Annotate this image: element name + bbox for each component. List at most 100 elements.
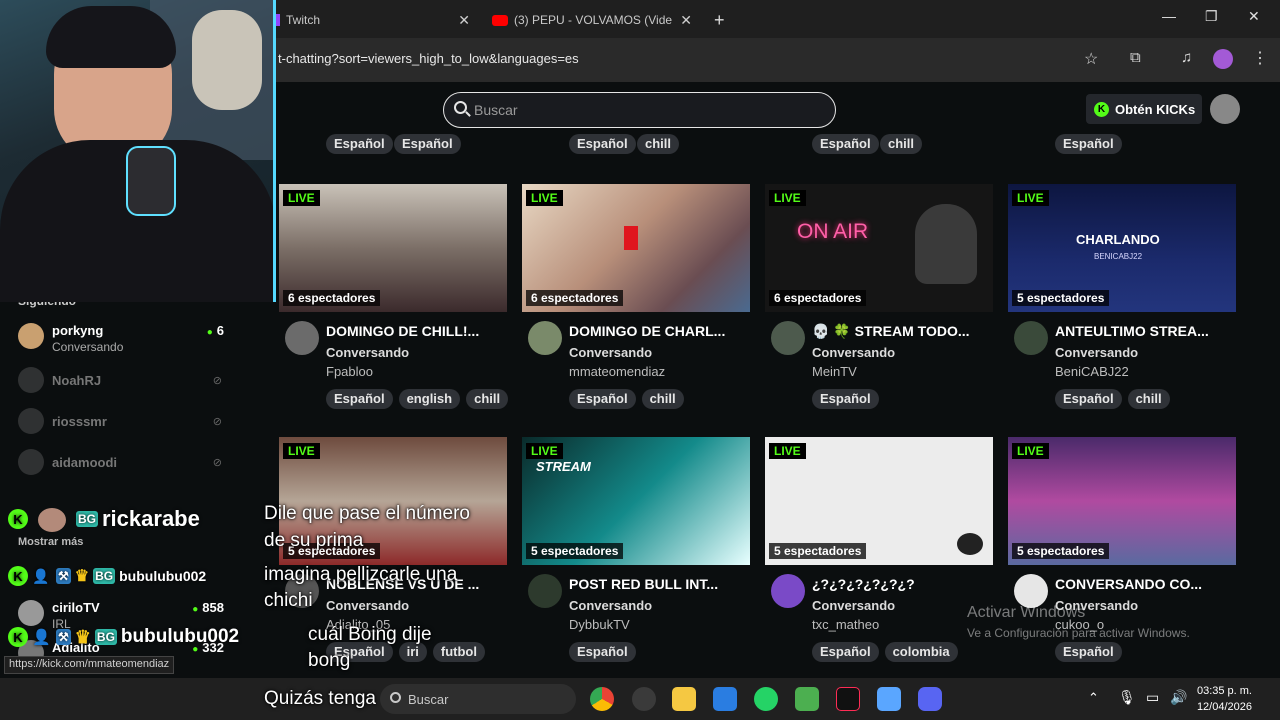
whatsapp-icon[interactable]: [754, 687, 778, 711]
tab-youtube[interactable]: (3) PEPU - VOLVAMOS (Video C ✕: [492, 6, 698, 34]
stream-card[interactable]: LIVE STREAM 5 espectadores POST RED BULL…: [522, 437, 750, 662]
sidebar-item[interactable]: aidamoodi ⊘: [18, 449, 228, 479]
minimize-button[interactable]: —: [1162, 8, 1176, 24]
stream-card[interactable]: LIVE 5 espectadores ¿?¿?¿?¿?¿?¿? Convers…: [765, 437, 993, 662]
channel-name[interactable]: DybbukTV: [569, 617, 630, 632]
channel-avatar[interactable]: [771, 321, 805, 355]
stream-title[interactable]: DOMINGO DE CHILL!...: [326, 323, 506, 339]
minecraft-icon[interactable]: [795, 687, 819, 711]
new-tab-button[interactable]: +: [714, 6, 725, 34]
system-clock[interactable]: 03:35 p. m. 12/04/2026: [1197, 683, 1252, 715]
channel-name[interactable]: MeinTV: [812, 364, 857, 379]
search-input[interactable]: Buscar: [443, 92, 836, 128]
tag[interactable]: Español: [569, 642, 636, 662]
url-field[interactable]: t-chatting?sort=viewers_high_to_low&lang…: [278, 51, 579, 66]
get-kicks-button[interactable]: K Obtén KICKs: [1086, 94, 1202, 124]
volume-icon[interactable]: 🔊: [1170, 689, 1187, 706]
tag[interactable]: Español: [1055, 134, 1122, 154]
tag[interactable]: Español: [1055, 642, 1122, 662]
stream-category[interactable]: Conversando: [1055, 345, 1138, 360]
stream-title[interactable]: DOMINGO DE CHARL...: [569, 323, 749, 339]
close-tab-icon[interactable]: ✕: [680, 12, 692, 29]
sidebar-item[interactable]: porkyng Conversando 6: [18, 323, 228, 354]
stream-category[interactable]: Conversando: [812, 345, 895, 360]
tag[interactable]: Español: [326, 389, 393, 409]
tag[interactable]: colombia: [884, 642, 958, 662]
stream-card[interactable]: LIVE 6 espectadores DOMINGO DE CHARL... …: [522, 184, 750, 409]
discord-icon[interactable]: [918, 687, 942, 711]
stream-title[interactable]: ¿?¿?¿?¿?¿?¿?: [812, 576, 992, 592]
chevron-up-icon[interactable]: ⌃: [1088, 690, 1099, 706]
mod-badge: ⚒: [56, 629, 71, 645]
channel-avatar[interactable]: [771, 574, 805, 608]
tab-twitch[interactable]: Twitch ✕: [276, 6, 476, 34]
stream-thumbnail[interactable]: LIVE CHARLANDO BENICABJ22 5 espectadores: [1008, 184, 1236, 312]
tag[interactable]: english: [398, 389, 461, 409]
channel-name[interactable]: txc_matheo: [812, 617, 879, 632]
stream-thumbnail[interactable]: LIVE 5 espectadores: [765, 437, 993, 565]
stream-title[interactable]: CONVERSANDO CO...: [1055, 576, 1235, 592]
microphone-icon[interactable]: 🎙: [1118, 689, 1136, 706]
channel-avatar[interactable]: [528, 574, 562, 608]
star-icon[interactable]: ☆: [1084, 49, 1098, 69]
tag[interactable]: Español: [326, 134, 393, 154]
stream-thumbnail[interactable]: LIVE 6 espectadores: [279, 184, 507, 312]
tag[interactable]: Español: [812, 134, 879, 154]
tag[interactable]: Español: [812, 642, 879, 662]
tag[interactable]: Español: [812, 389, 879, 409]
tag[interactable]: chill: [637, 134, 680, 154]
network-icon[interactable]: ▭: [1146, 689, 1159, 706]
sidebar-item[interactable]: NoahRJ ⊘: [18, 367, 228, 397]
tag[interactable]: Español: [569, 389, 636, 409]
restore-button[interactable]: ❐: [1205, 8, 1218, 25]
tag[interactable]: iri: [398, 642, 427, 662]
channel-name[interactable]: Fpabloo: [326, 364, 373, 379]
store-icon[interactable]: [713, 687, 737, 711]
close-tab-icon[interactable]: ✕: [458, 12, 470, 29]
channel-name[interactable]: mmateomendiaz: [569, 364, 665, 379]
stream-title[interactable]: 💀 🍀 STREAM TODO...: [812, 323, 992, 340]
file-explorer-icon[interactable]: [672, 687, 696, 711]
stream-thumbnail[interactable]: LIVE 6 espectadores: [522, 184, 750, 312]
taskbar-search[interactable]: Buscar: [380, 684, 576, 714]
channel-avatar[interactable]: [528, 321, 562, 355]
tag[interactable]: chill: [880, 134, 923, 154]
tag[interactable]: Español: [569, 134, 636, 154]
stream-category[interactable]: Conversando: [812, 598, 895, 613]
stream-category[interactable]: Conversando: [326, 598, 409, 613]
profile-icon[interactable]: [1213, 49, 1233, 69]
stream-thumbnail[interactable]: LIVE ON AIR 6 espectadores: [765, 184, 993, 312]
show-more-link[interactable]: Mostrar más: [18, 536, 83, 548]
tag[interactable]: Español: [394, 134, 461, 154]
avatar[interactable]: [1210, 94, 1240, 124]
stream-card[interactable]: LIVE CHARLANDO BENICABJ22 5 espectadores…: [1008, 184, 1236, 409]
tag[interactable]: futbol: [432, 642, 485, 662]
channel-avatar[interactable]: [1014, 574, 1048, 608]
channel-avatar[interactable]: [1014, 321, 1048, 355]
channel-avatar[interactable]: [285, 321, 319, 355]
stream-card[interactable]: LIVE 5 espectadores CONVERSANDO CO... Co…: [1008, 437, 1236, 662]
close-window-button[interactable]: ✕: [1248, 8, 1260, 25]
extensions-icon[interactable]: ⧉: [1130, 49, 1141, 66]
chrome-icon[interactable]: [590, 687, 614, 711]
tag[interactable]: chill: [466, 389, 509, 409]
app-icon[interactable]: [877, 687, 901, 711]
tag[interactable]: Español: [1055, 389, 1122, 409]
menu-icon[interactable]: ⋮: [1252, 48, 1268, 68]
channel-name[interactable]: BeniCABJ22: [1055, 364, 1129, 379]
stream-category[interactable]: Conversando: [569, 598, 652, 613]
stream-thumbnail[interactable]: LIVE STREAM 5 espectadores: [522, 437, 750, 565]
stream-category[interactable]: Conversando: [569, 345, 652, 360]
stream-category[interactable]: Conversando: [326, 345, 409, 360]
stream-title[interactable]: POST RED BULL INT...: [569, 576, 749, 592]
tag[interactable]: chill: [641, 389, 684, 409]
tag[interactable]: chill: [1127, 389, 1170, 409]
stream-card[interactable]: LIVE 6 espectadores DOMINGO DE CHILL!...…: [279, 184, 509, 409]
sidebar-item[interactable]: riosssmr ⊘: [18, 408, 228, 438]
stream-thumbnail[interactable]: LIVE 5 espectadores: [1008, 437, 1236, 565]
stream-title[interactable]: ANTEULTIMO STREA...: [1055, 323, 1235, 339]
tiktok-icon[interactable]: [836, 687, 860, 711]
media-icon[interactable]: ♫: [1181, 49, 1192, 66]
stream-card[interactable]: LIVE ON AIR 6 espectadores 💀 🍀 STREAM TO…: [765, 184, 993, 409]
obs-icon[interactable]: [632, 687, 656, 711]
